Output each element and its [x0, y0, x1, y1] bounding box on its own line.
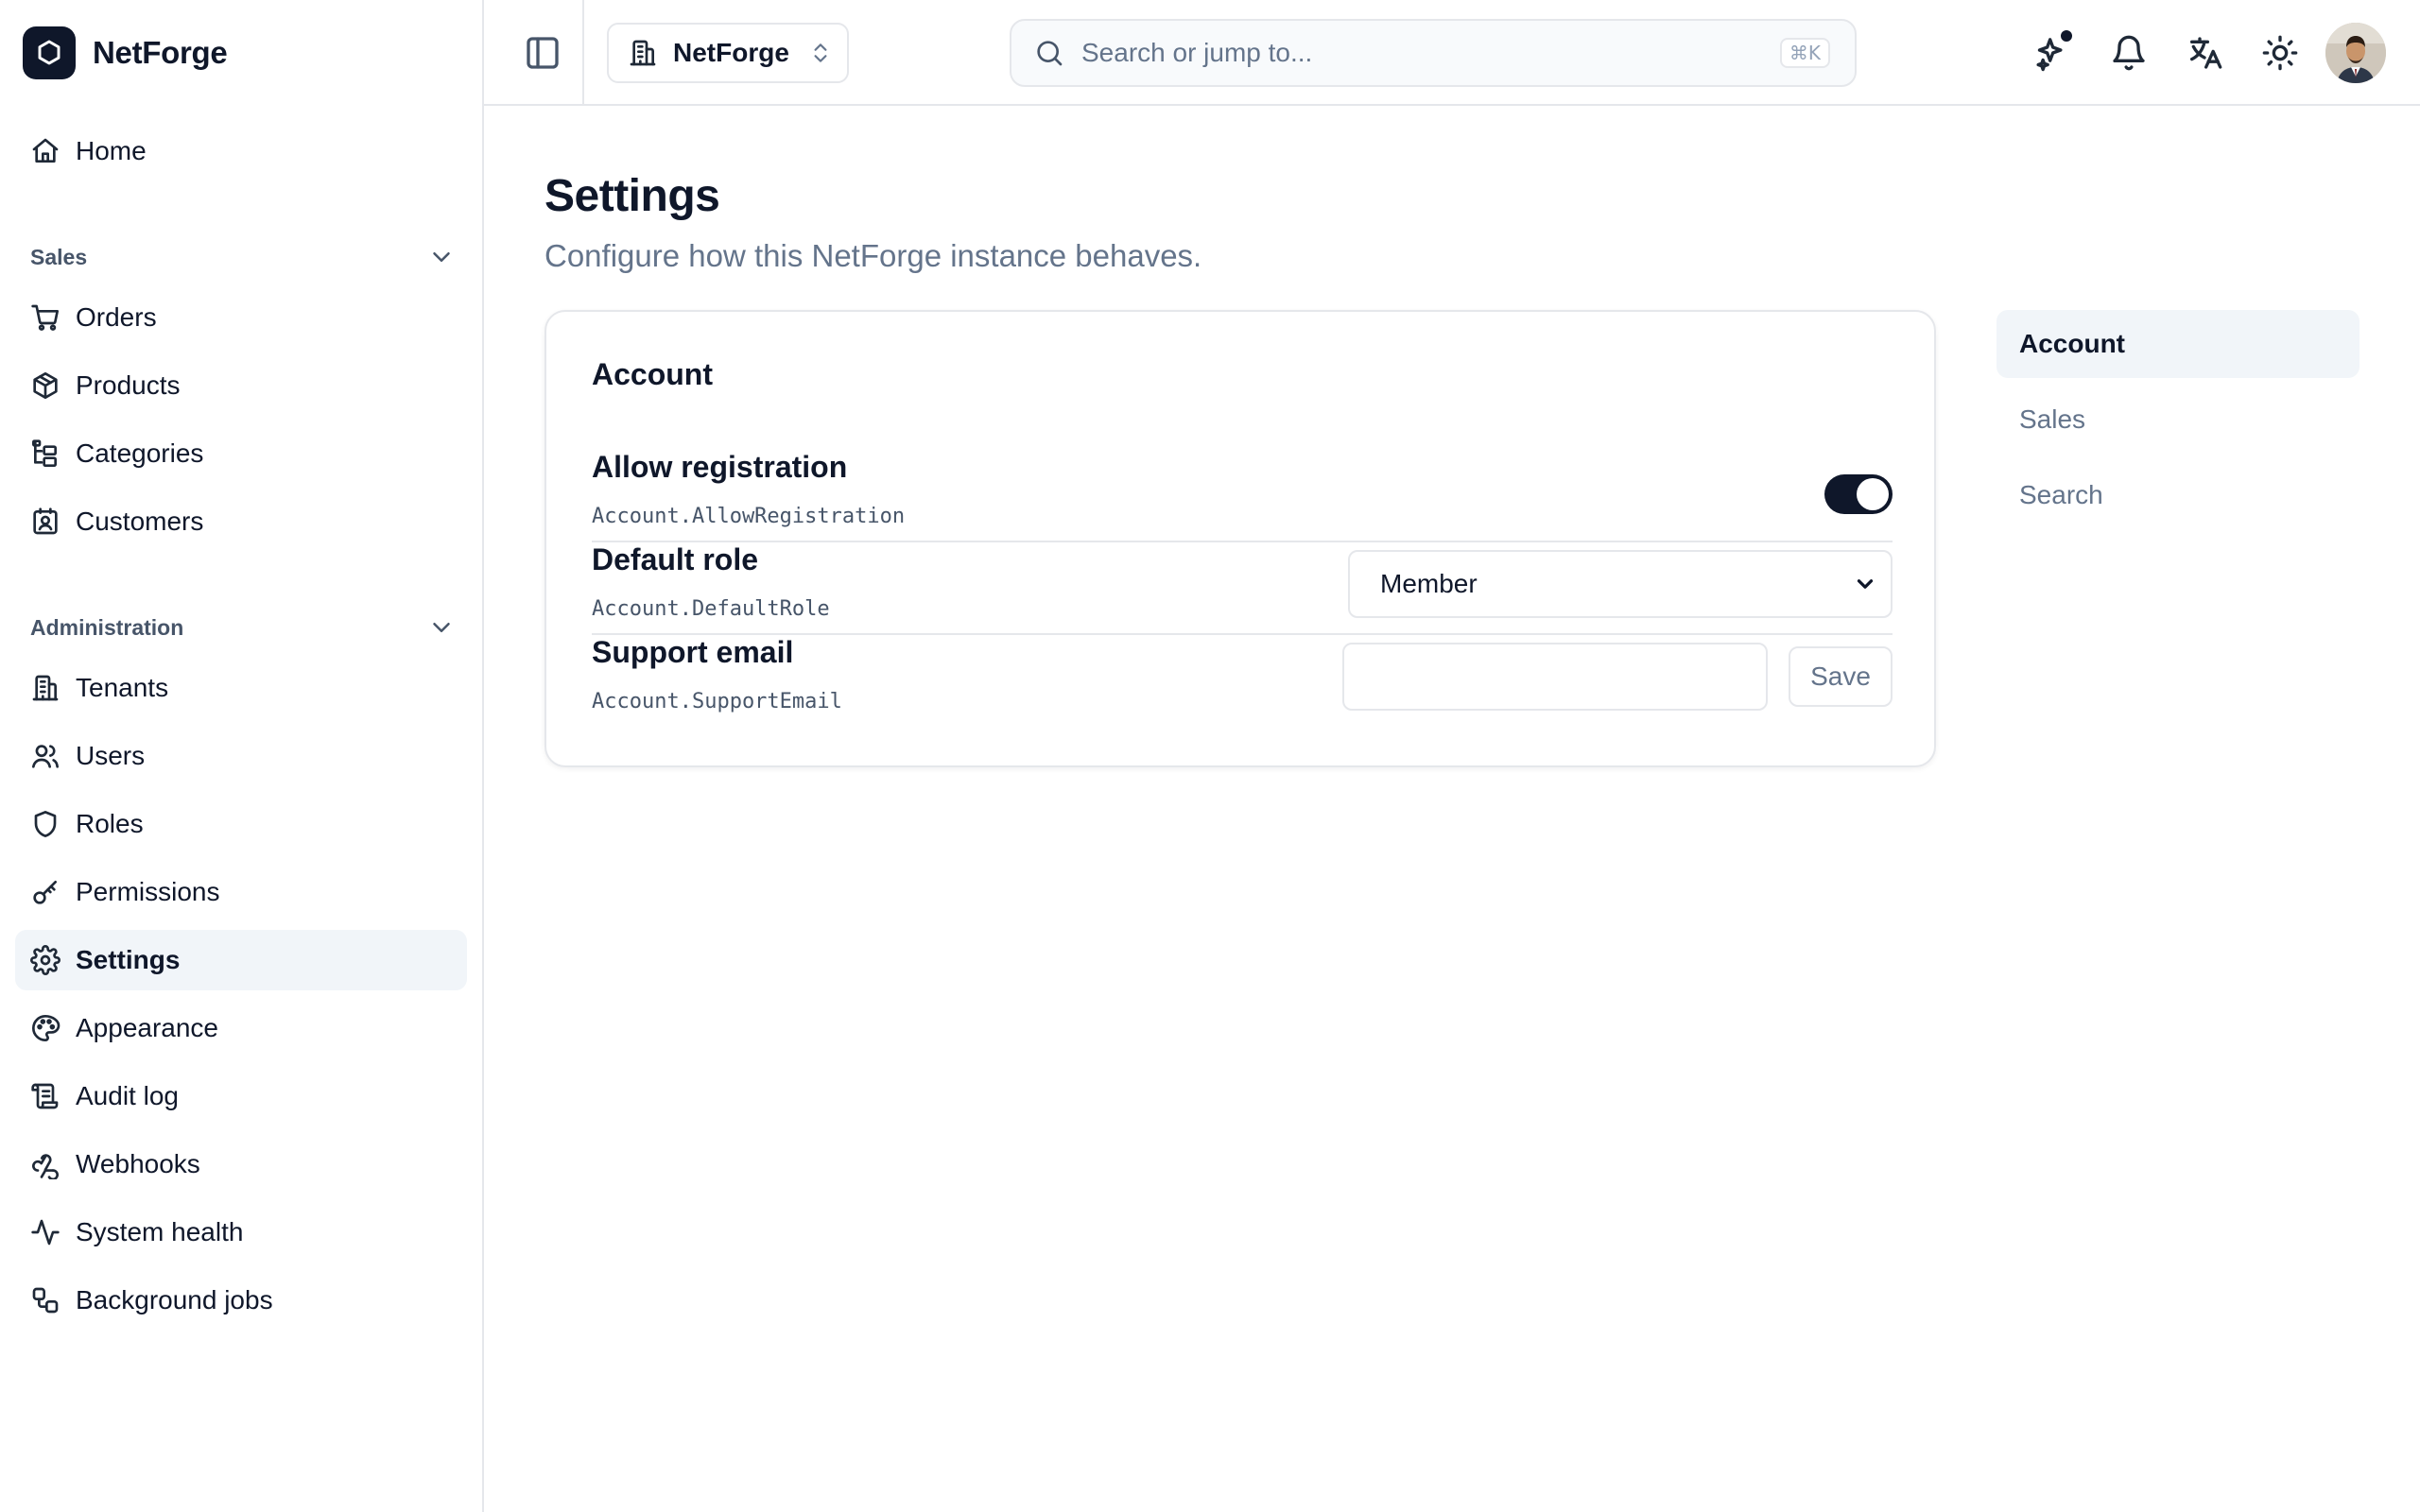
sun-icon[interactable] [2261, 34, 2299, 72]
sidebar-item-webhooks[interactable]: Webhooks [15, 1134, 467, 1194]
default-role-select[interactable]: Member [1348, 550, 1893, 618]
building-icon [30, 673, 60, 703]
search-shortcut: ⌘K [1779, 38, 1830, 68]
search-input[interactable]: Search or jump to... ⌘K [1010, 19, 1857, 87]
tenant-switcher[interactable]: NetForge [607, 23, 849, 83]
avatar[interactable] [2325, 23, 2386, 83]
sidebar-item-label: Appearance [76, 1013, 219, 1042]
sidebar-item-label: Permissions [76, 877, 220, 906]
sidebar-item-audit-log[interactable]: Audit log [15, 1066, 467, 1126]
sidebar-item-label: System health [76, 1217, 244, 1246]
search-placeholder: Search or jump to... [1081, 38, 1313, 67]
sidebar-item-label: Orders [76, 302, 157, 332]
chevron-down-icon [1853, 572, 1877, 596]
sidebar-item-label: Categories [76, 438, 204, 468]
sparkles-icon[interactable] [2034, 28, 2074, 72]
search-icon [1034, 38, 1064, 68]
setting-label: Default role [592, 542, 759, 576]
sidebar-item-label: Webhooks [76, 1149, 200, 1178]
save-button[interactable]: Save [1789, 646, 1893, 707]
key-icon [30, 877, 60, 907]
palette-icon [30, 1013, 60, 1043]
section-nav-search[interactable]: Search [1996, 461, 2360, 529]
setting-key: Account.DefaultRole [592, 597, 830, 621]
section-nav-label: Account [2019, 329, 2125, 358]
sidebar-item-label: Background jobs [76, 1285, 273, 1314]
sidebar-item-categories[interactable]: Categories [15, 423, 467, 484]
support-email-input[interactable] [1342, 643, 1768, 711]
sidebar-item-roles[interactable]: Roles [15, 794, 467, 854]
section-nav-label: Sales [2019, 404, 2086, 434]
setting-key: Account.SupportEmail [592, 690, 842, 713]
sidebar-item-label: Roles [76, 809, 144, 838]
sidebar-section-administration[interactable]: Administration [30, 609, 456, 646]
shield-icon [30, 809, 60, 839]
top-header: NetForge Search or jump to... ⌘K [484, 0, 2420, 106]
setting-label: Support email [592, 635, 794, 669]
hexagon-logo-icon [23, 26, 76, 79]
sidebar-item-label: Tenants [76, 673, 169, 702]
sidebar-item-customers[interactable]: Customers [15, 491, 467, 552]
setting-key: Account.AllowRegistration [592, 505, 906, 528]
building-icon [628, 38, 658, 68]
page-title: Settings [544, 171, 720, 221]
contact-icon [30, 507, 60, 537]
sidebar-section-title: Sales [30, 244, 88, 269]
brand[interactable]: NetForge [23, 26, 228, 79]
page-subtitle: Configure how this NetForge instance beh… [544, 238, 1202, 273]
folder-tree-icon [30, 438, 60, 469]
activity-icon [30, 1217, 60, 1247]
section-nav-sales[interactable]: Sales [1996, 386, 2360, 454]
home-icon [30, 136, 60, 166]
sidebar: NetForge Home Sales Orders Products Cate… [0, 0, 484, 1512]
brand-name: NetForge [93, 35, 228, 70]
sidebar-item-label: Settings [76, 945, 181, 974]
sidebar-item-products[interactable]: Products [15, 355, 467, 416]
sidebar-item-label: Customers [76, 507, 204, 536]
sidebar-item-label: Home [76, 136, 147, 165]
translate-icon[interactable] [2186, 34, 2223, 72]
sidebar-item-label: Products [76, 370, 181, 400]
card-title: Account [592, 357, 713, 391]
sidebar-section-title: Administration [30, 614, 184, 640]
webhook-icon [30, 1149, 60, 1179]
setting-row-support-email: Support email Account.SupportEmail Save [592, 635, 1893, 728]
sidebar-item-label: Audit log [76, 1081, 179, 1110]
box-icon [30, 370, 60, 401]
chevron-down-icon [427, 613, 456, 642]
toggle-knob [1857, 478, 1889, 510]
notification-dot [2059, 28, 2074, 43]
sidebar-item-appearance[interactable]: Appearance [15, 998, 467, 1058]
section-nav-label: Search [2019, 480, 2103, 509]
allow-registration-toggle[interactable] [1824, 474, 1893, 514]
select-value: Member [1380, 569, 1478, 598]
bell-icon[interactable] [2110, 34, 2148, 72]
setting-row-allow-registration: Allow registration Account.AllowRegistra… [592, 450, 1893, 542]
scroll-icon [30, 1081, 60, 1111]
chevrons-up-down-icon [808, 41, 833, 65]
sidebar-item-settings[interactable]: Settings [15, 930, 467, 990]
sidebar-item-home[interactable]: Home [15, 121, 467, 181]
sidebar-section-sales[interactable]: Sales [30, 238, 456, 276]
gear-icon [30, 945, 60, 975]
section-nav-account[interactable]: Account [1996, 310, 2360, 378]
users-icon [30, 741, 60, 771]
header-divider [582, 0, 584, 106]
setting-label: Allow registration [592, 450, 848, 484]
sidebar-item-users[interactable]: Users [15, 726, 467, 786]
sidebar-item-system-health[interactable]: System health [15, 1202, 467, 1263]
sidebar-item-orders[interactable]: Orders [15, 287, 467, 348]
sidebar-item-label: Users [76, 741, 146, 770]
sidebar-item-background-jobs[interactable]: Background jobs [15, 1270, 467, 1331]
chevron-down-icon [427, 243, 456, 271]
sidebar-toggle-icon[interactable] [524, 34, 562, 72]
setting-row-default-role: Default role Account.DefaultRole Member [592, 542, 1893, 635]
sidebar-item-tenants[interactable]: Tenants [15, 658, 467, 718]
sidebar-item-permissions[interactable]: Permissions [15, 862, 467, 922]
account-settings-card: Account Allow registration Account.Allow… [544, 310, 1936, 767]
tenant-name: NetForge [673, 38, 789, 67]
workflow-icon [30, 1285, 60, 1315]
cart-icon [30, 302, 60, 333]
